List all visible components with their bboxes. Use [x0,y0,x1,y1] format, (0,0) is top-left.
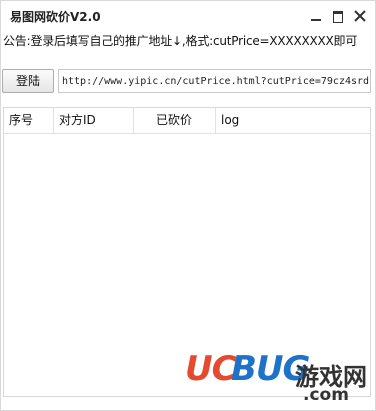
watermark-uc-text: UC [185,349,237,389]
maximize-icon[interactable] [329,7,347,25]
column-header-index[interactable]: 序号 [4,108,54,133]
minimize-icon[interactable] [307,7,325,25]
site-watermark-logo: UC BUG 游戏网 .com [185,347,371,407]
table-header: 序号 对方ID 已砍价 log [4,108,370,134]
column-header-log[interactable]: log [216,108,370,133]
announcement-text: 公告:登录后填写自己的推广地址↓,格式:cutPrice=XXXXXXXX即可 [3,34,358,48]
title-bar: 易图网砍价V2.0 [1,1,375,31]
column-header-peer-id[interactable]: 对方ID [54,108,134,133]
column-header-cut-price[interactable]: 已砍价 [134,108,216,133]
close-icon[interactable] [351,7,369,25]
promo-url-input[interactable] [58,69,371,93]
login-button[interactable]: 登陆 [2,69,54,93]
window-title: 易图网砍价V2.0 [10,10,101,24]
watermark-com-text: .com [303,385,349,405]
app-window: 易图网砍价V2.0 公告:登录后填写自己的推广地址↓,格式:cutPrice=X… [0,0,376,411]
